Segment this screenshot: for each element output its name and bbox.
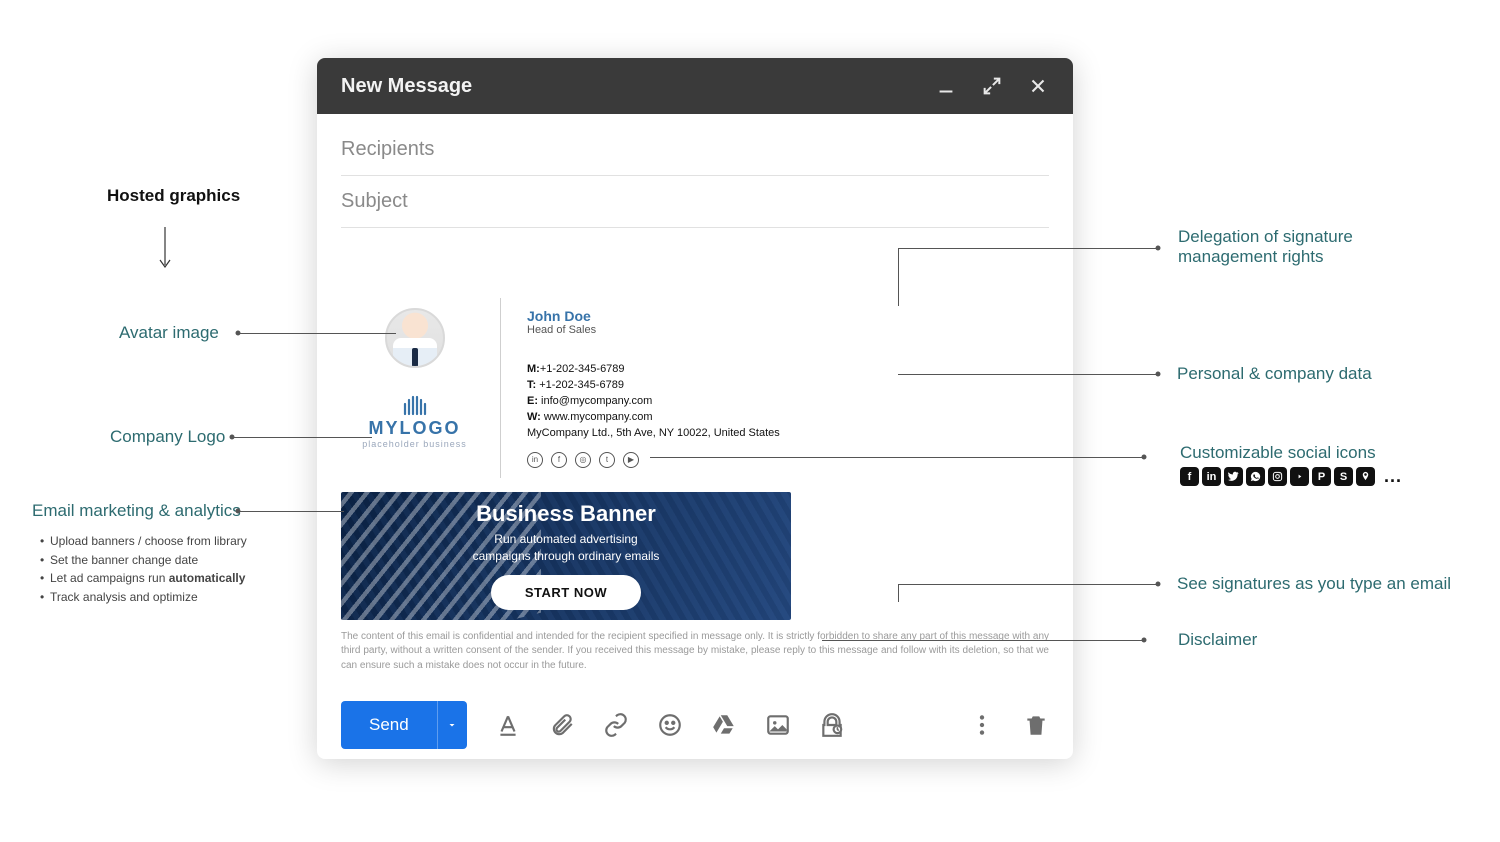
banner-cta-button[interactable]: START NOW — [491, 575, 641, 610]
annotation-disclaimer: Disclaimer — [1178, 630, 1257, 650]
send-options-button[interactable] — [437, 701, 467, 749]
confidential-mode-icon[interactable] — [819, 712, 845, 738]
social-linkedin-icon[interactable]: in — [527, 452, 543, 468]
social-twitter-icon[interactable]: t — [599, 452, 615, 468]
strip-whatsapp-icon — [1246, 467, 1265, 486]
compose-fields — [317, 114, 1073, 228]
signature-mobile: M:+1-202-345-6789 — [527, 362, 1039, 378]
emoji-icon[interactable] — [657, 712, 683, 738]
annotation-marketing-bullets: Upload banners / choose from library Set… — [40, 532, 247, 606]
business-banner: Business Banner Run automated advertisin… — [341, 492, 791, 620]
annotation-personal-data: Personal & company data — [1177, 364, 1372, 384]
bullet-3: Let ad campaigns run automatically — [40, 569, 247, 588]
signature-web: W: www.mycompany.com — [527, 410, 1039, 426]
close-icon[interactable] — [1027, 75, 1049, 97]
signature-left-column: MYLOGO placeholder business — [341, 298, 501, 478]
signature-address: MyCompany Ltd., 5th Ave, NY 10022, Unite… — [527, 426, 1039, 442]
annotation-see-signatures: See signatures as you type an email — [1177, 574, 1451, 594]
annotation-delegation: Delegation of signature management right… — [1178, 227, 1353, 267]
compose-toolbar: Send — [317, 691, 1073, 759]
compose-window: New Message MYLOGO placeholder business — [317, 58, 1073, 759]
annotation-hosted-graphics: Hosted graphics — [107, 186, 240, 206]
minimize-icon[interactable] — [935, 75, 957, 97]
strip-skype-icon: S — [1334, 467, 1353, 486]
company-logo: MYLOGO placeholder business — [362, 394, 467, 449]
annotation-company-logo: Company Logo — [110, 427, 225, 447]
trash-icon[interactable] — [1023, 712, 1049, 738]
strip-facebook-icon: f — [1180, 467, 1199, 486]
strip-twitter-icon — [1224, 467, 1243, 486]
subject-input[interactable] — [341, 176, 1049, 228]
fullscreen-icon[interactable] — [981, 75, 1003, 97]
signature-job-title: Head of Sales — [527, 324, 1039, 336]
signature-right-column: John Doe Head of Sales M:+1-202-345-6789… — [501, 298, 1049, 478]
strip-map-icon — [1356, 467, 1375, 486]
strip-instagram-icon — [1268, 467, 1287, 486]
strip-more-icon: ... — [1384, 466, 1402, 487]
annotation-custom-social: Customizable social icons — [1180, 443, 1376, 463]
drive-icon[interactable] — [711, 712, 737, 738]
logo-text: MYLOGO — [362, 418, 467, 439]
social-facebook-icon[interactable]: f — [551, 452, 567, 468]
arrow-down-icon — [156, 225, 174, 271]
social-icon-strip: f in P S ... — [1180, 466, 1402, 487]
bullet-1: Upload banners / choose from library — [40, 532, 247, 551]
signature-social-row: in f ◎ t ▶ — [527, 452, 1039, 468]
signature-name: John Doe — [527, 308, 1039, 324]
compose-titlebar: New Message — [317, 58, 1073, 114]
image-icon[interactable] — [765, 712, 791, 738]
bullet-2: Set the banner change date — [40, 551, 247, 570]
link-icon[interactable] — [603, 712, 629, 738]
text-format-icon[interactable] — [495, 712, 521, 738]
disclaimer-text: The content of this email is confidentia… — [341, 630, 1049, 674]
signature-email: E: info@mycompany.com — [527, 394, 1039, 410]
avatar-image — [385, 308, 445, 368]
bullet-4: Track analysis and optimize — [40, 588, 247, 607]
banner-subtitle: Run automated advertising campaigns thro… — [473, 531, 660, 565]
signature-tel: T: +1-202-345-6789 — [527, 378, 1039, 394]
social-instagram-icon[interactable]: ◎ — [575, 452, 591, 468]
send-button[interactable]: Send — [341, 701, 437, 749]
send-button-group: Send — [341, 701, 467, 749]
logo-tagline: placeholder business — [362, 439, 467, 449]
more-options-icon[interactable] — [969, 712, 995, 738]
compose-title: New Message — [341, 75, 472, 98]
signature-block: MYLOGO placeholder business John Doe Hea… — [341, 298, 1049, 478]
strip-pinterest-icon: P — [1312, 467, 1331, 486]
annotation-email-marketing: Email marketing & analytics — [32, 501, 241, 521]
recipients-input[interactable] — [341, 124, 1049, 176]
strip-youtube-icon — [1290, 467, 1309, 486]
banner-title: Business Banner — [476, 501, 656, 527]
annotation-avatar-image: Avatar image — [119, 323, 219, 343]
attachment-icon[interactable] — [549, 712, 575, 738]
strip-linkedin-icon: in — [1202, 467, 1221, 486]
social-youtube-icon[interactable]: ▶ — [623, 452, 639, 468]
logo-mark-icon — [402, 394, 428, 416]
